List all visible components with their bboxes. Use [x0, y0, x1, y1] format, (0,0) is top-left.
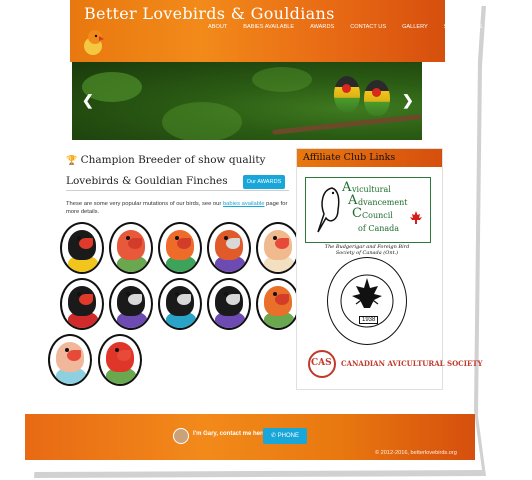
avatar: [173, 428, 189, 444]
page: Better Lovebirds & Gouldians ABOUT BABIE…: [0, 0, 532, 480]
bird-beak: [79, 294, 93, 305]
bird-mutation-oval[interactable]: [207, 278, 251, 330]
nav-gallery[interactable]: GALLERY: [394, 24, 436, 30]
aac-club-logo[interactable]: A vicultural A dvancement C Council of C…: [305, 177, 431, 243]
cas-initials: CAS: [311, 358, 332, 368]
bird-eye: [224, 292, 228, 296]
bird-eye: [77, 292, 81, 296]
bird-beak: [275, 238, 289, 249]
bird-eye: [126, 236, 130, 240]
branch: [272, 114, 422, 135]
nav-about[interactable]: ABOUT: [200, 24, 235, 30]
bird-eye: [77, 236, 81, 240]
bird-mutation-oval[interactable]: [158, 278, 202, 330]
bird-beak: [226, 294, 240, 305]
bird-beak: [67, 350, 81, 361]
lovebird-logo-icon[interactable]: [80, 28, 106, 56]
divider: [66, 190, 289, 191]
phone-label: PHONE: [277, 433, 300, 439]
bird-beak: [128, 238, 142, 249]
cas-name: CANADIAN AVICULTURAL SOCIETY: [341, 359, 483, 368]
main-nav: ABOUT BABIES AVAILABLE AWARDS CONTACT US…: [200, 24, 490, 30]
contact-text: I'm Gary, contact me here: [193, 431, 266, 437]
bird-eye: [175, 236, 179, 240]
bird-beak: [177, 294, 191, 305]
phone-button[interactable]: ✆ PHONE: [263, 428, 307, 444]
bird-mutation-oval[interactable]: [60, 278, 104, 330]
bird-beak: [79, 238, 93, 249]
foliage: [162, 102, 242, 140]
slider-next-button[interactable]: ❯: [402, 92, 414, 109]
bird-beak: [275, 294, 289, 305]
lovebird-photo: [364, 80, 390, 116]
bird-mutation-oval[interactable]: [158, 222, 202, 274]
aac-initial-c: C: [352, 206, 362, 221]
bird-mutation-oval[interactable]: [48, 334, 92, 386]
cas-club-logo[interactable]: CAS CANADIAN AVICULTURAL SOCIETY: [307, 349, 483, 379]
nav-awards[interactable]: AWARDS: [302, 24, 342, 30]
bird-beak: [226, 238, 240, 249]
aac-line-2: dvancement: [358, 198, 408, 207]
bird-mutation-oval[interactable]: [109, 222, 153, 274]
slider-prev-button[interactable]: ❮: [82, 92, 94, 109]
aac-line-1: vicultural: [352, 185, 391, 194]
intro-text-pre: These are some very popular mutations of…: [66, 201, 222, 207]
site-title[interactable]: Better Lovebirds & Gouldians: [84, 4, 335, 23]
our-awards-button[interactable]: Our AWARDS: [243, 175, 285, 189]
aac-initial-a1: A: [342, 180, 352, 195]
bird-mutation-oval[interactable]: [256, 278, 300, 330]
lovebird-photo: [334, 76, 360, 112]
copyright: © 2012-2016, betterlovebirds.org: [375, 450, 457, 456]
bfbs-seal-icon: [340, 274, 394, 328]
bfbs-year: 1938: [359, 316, 379, 324]
intro-text: These are some very popular mutations of…: [66, 200, 296, 216]
bfbs-club-logo[interactable]: 1938 The Budgerigar and Foreign Bird Soc…: [325, 244, 409, 345]
foliage: [252, 67, 312, 92]
nav-babies-available[interactable]: BABIES AVAILABLE: [235, 24, 302, 30]
bird-eye: [126, 292, 130, 296]
bird-beak: [117, 350, 131, 361]
maple-leaf-icon: [410, 211, 422, 224]
phone-icon: ✆: [270, 433, 278, 439]
bird-eye: [175, 292, 179, 296]
bird-beak: [128, 294, 142, 305]
bird-beak: [177, 238, 191, 249]
bird-eye: [273, 236, 277, 240]
bird-mutation-oval[interactable]: [256, 222, 300, 274]
page-title-text: Champion Breeder of show quality Lovebir…: [66, 154, 266, 187]
bird-mutation-oval[interactable]: [207, 222, 251, 274]
site-header: Better Lovebirds & Gouldians ABOUT BABIE…: [70, 0, 482, 62]
bfbs-name: The Budgerigar and Foreign Bird Society …: [324, 244, 410, 256]
nav-contact-us[interactable]: CONTACT US: [342, 24, 394, 30]
trophy-icon: 🏆: [66, 156, 78, 166]
aac-line-3: Council: [362, 211, 393, 220]
aac-line-4: of Canada: [358, 224, 400, 233]
affiliate-sidebar: Affiliate Club Links A vicultural A dvan…: [296, 148, 483, 390]
image-slider: ❮ ❯: [72, 62, 422, 140]
bird-eye: [273, 292, 277, 296]
bird-eye: [115, 348, 119, 352]
bird-mutation-oval[interactable]: [109, 278, 153, 330]
bird-mutation-oval[interactable]: [60, 222, 104, 274]
bird-eye: [224, 236, 228, 240]
bird-mutation-oval[interactable]: [98, 334, 142, 386]
babies-available-link[interactable]: babies available: [223, 201, 265, 207]
nav-show-boxes[interactable]: SHOW BOXES: [436, 24, 490, 30]
bird-eye: [65, 348, 69, 352]
site-footer: I'm Gary, contact me here ✆ PHONE © 2012…: [25, 414, 475, 460]
sidebar-heading: Affiliate Club Links: [297, 149, 442, 167]
aac-initial-a2: A: [348, 193, 358, 208]
